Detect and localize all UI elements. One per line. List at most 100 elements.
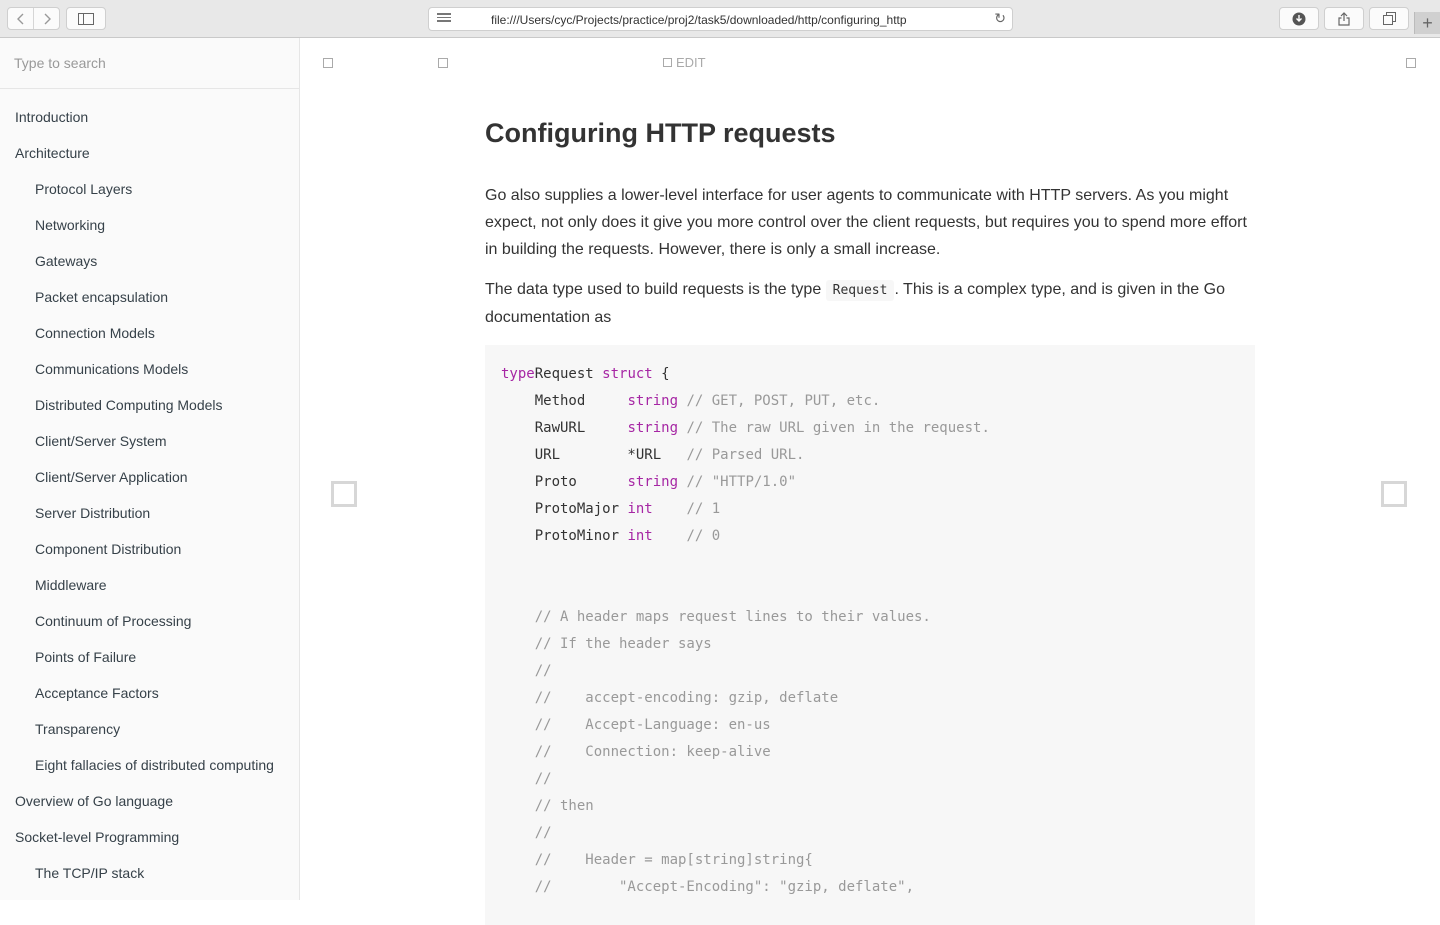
back-button[interactable] <box>8 8 33 29</box>
code-line: // If the header says <box>501 631 1239 658</box>
edit-button[interactable]: EDIT <box>663 55 706 70</box>
page-content: Configuring HTTP requests Go also suppli… <box>485 88 1255 925</box>
sidebar-item[interactable]: Client/Server Application <box>0 459 299 495</box>
code-comment: // Parsed URL. <box>686 447 805 463</box>
code-line: // <box>501 820 1239 847</box>
code-keyword: struct <box>602 366 653 382</box>
code-keyword: int <box>627 528 653 544</box>
font-settings-icon[interactable] <box>438 58 448 68</box>
sidebar-item[interactable]: Acceptance Factors <box>0 675 299 711</box>
previous-page-arrow[interactable] <box>331 481 357 507</box>
code-comment: // accept-encoding: gzip, deflate <box>501 690 839 706</box>
code-comment: // GET, POST, PUT, etc. <box>678 393 881 409</box>
reload-icon[interactable]: ↻ <box>994 10 1006 27</box>
content-header: EDIT <box>300 38 1440 88</box>
inline-code: Request <box>825 280 895 301</box>
code-text: Request <box>534 366 603 382</box>
code-text: Method <box>501 393 628 409</box>
sidebar-item[interactable]: Points of Failure <box>0 639 299 675</box>
address-bar[interactable]: file:///Users/cyc/Projects/practice/proj… <box>428 7 1013 31</box>
code-line: typeRequest struct { <box>501 361 1239 388</box>
code-keyword: string <box>627 420 679 436</box>
code-comment: // <box>501 663 552 679</box>
code-text: URL *URL <box>501 447 687 463</box>
code-line: RawURL string // The raw URL given in th… <box>501 415 1239 442</box>
code-comment: // "HTTP/1.0" <box>678 474 797 490</box>
sidebar-icon <box>78 12 94 25</box>
code-text: { <box>652 366 670 382</box>
code-text: ProtoMinor <box>501 528 628 544</box>
sidebar-item[interactable]: Networking <box>0 207 299 243</box>
code-line: ProtoMajor int // 1 <box>501 496 1239 523</box>
tabs-overview-button[interactable] <box>1369 7 1409 30</box>
sidebar-item[interactable]: Architecture <box>0 135 299 171</box>
code-line: // <box>501 658 1239 685</box>
sidebar-item[interactable]: Overview of Go language <box>0 783 299 819</box>
url-text: file:///Users/cyc/Projects/practice/proj… <box>491 13 907 27</box>
sidebar-item[interactable]: Socket-level Programming <box>0 819 299 855</box>
code-line: // then <box>501 793 1239 820</box>
code-text: RawURL <box>501 420 628 436</box>
share-button[interactable] <box>1324 7 1364 30</box>
nav-buttons <box>7 7 60 30</box>
edit-icon <box>663 58 672 67</box>
search-box <box>0 38 299 89</box>
share-icon <box>1338 11 1350 26</box>
sidebar-item[interactable]: Continuum of Processing <box>0 603 299 639</box>
sidebar-item[interactable]: Packet encapsulation <box>0 279 299 315</box>
browser-toolbar: file:///Users/cyc/Projects/practice/proj… <box>0 0 1440 38</box>
code-line: Proto string // "HTTP/1.0" <box>501 469 1239 496</box>
code-line: URL *URL // Parsed URL. <box>501 442 1239 469</box>
share-page-icon[interactable] <box>1406 58 1416 68</box>
code-line: // "Accept-Encoding": "gzip, deflate", <box>501 874 1239 901</box>
sidebar-toggle-button[interactable] <box>66 7 106 30</box>
code-line: // A header maps request lines to their … <box>501 604 1239 631</box>
search-input[interactable] <box>0 38 299 88</box>
reader-view-icon[interactable] <box>437 13 451 25</box>
sidebar-item[interactable]: Server Distribution <box>0 495 299 531</box>
edit-label: EDIT <box>676 55 706 70</box>
sidebar-item[interactable]: Middleware <box>0 567 299 603</box>
code-line: Method string // GET, POST, PUT, etc. <box>501 388 1239 415</box>
next-page-arrow[interactable] <box>1381 481 1407 507</box>
sidebar-item[interactable]: The TCP/IP stack <box>0 855 299 891</box>
book-sidebar: IntroductionArchitectureProtocol LayersN… <box>0 38 300 900</box>
sidebar-item[interactable]: Transparency <box>0 711 299 747</box>
code-keyword: string <box>627 393 679 409</box>
code-comment: // <box>501 771 552 787</box>
code-keyword: int <box>627 501 653 517</box>
chevron-left-icon <box>16 13 23 24</box>
sidebar-item[interactable]: Protocol Layers <box>0 171 299 207</box>
sidebar-item[interactable]: Introduction <box>0 99 299 135</box>
downloads-button[interactable] <box>1279 7 1319 30</box>
sidebar-item[interactable]: Component Distribution <box>0 531 299 567</box>
code-comment: // A header maps request lines to their … <box>501 609 931 625</box>
code-line: // Connection: keep-alive <box>501 739 1239 766</box>
code-comment: // The raw URL given in the request. <box>678 420 990 436</box>
code-block: typeRequest struct { Method string // GE… <box>485 345 1255 925</box>
sidebar-item[interactable]: Connection Models <box>0 315 299 351</box>
sidebar-item[interactable]: Gateways <box>0 243 299 279</box>
download-icon <box>1292 12 1306 25</box>
code-comment: // <box>501 825 552 841</box>
code-keyword: type <box>501 366 535 382</box>
sidebar-item[interactable]: Client/Server System <box>0 423 299 459</box>
table-of-contents: Introduction Architecture Protocol Layers N… <box>0 89 299 891</box>
code-line: // Accept-Language: en-us <box>501 712 1239 739</box>
new-tab-button[interactable]: + <box>1414 12 1440 34</box>
paragraph-text: The data type used to build requests is … <box>485 281 826 298</box>
code-comment: // 0 <box>652 528 721 544</box>
code-comment: // Connection: keep-alive <box>501 744 771 760</box>
sidebar-item[interactable]: Eight fallacies of distributed computing <box>0 747 299 783</box>
code-line: // Header = map[string]string{ <box>501 847 1239 874</box>
sidebar-item[interactable]: Distributed Computing Models <box>0 387 299 423</box>
code-line: ProtoMinor int // 0 <box>501 523 1239 550</box>
menu-toggle-icon[interactable] <box>323 58 333 68</box>
page-title: Configuring HTTP requests <box>485 118 836 148</box>
code-line: // accept-encoding: gzip, deflate <box>501 685 1239 712</box>
forward-button[interactable] <box>33 8 59 29</box>
tabs-icon <box>1382 12 1396 25</box>
code-keyword: string <box>627 474 679 490</box>
sidebar-item[interactable]: Communications Models <box>0 351 299 387</box>
